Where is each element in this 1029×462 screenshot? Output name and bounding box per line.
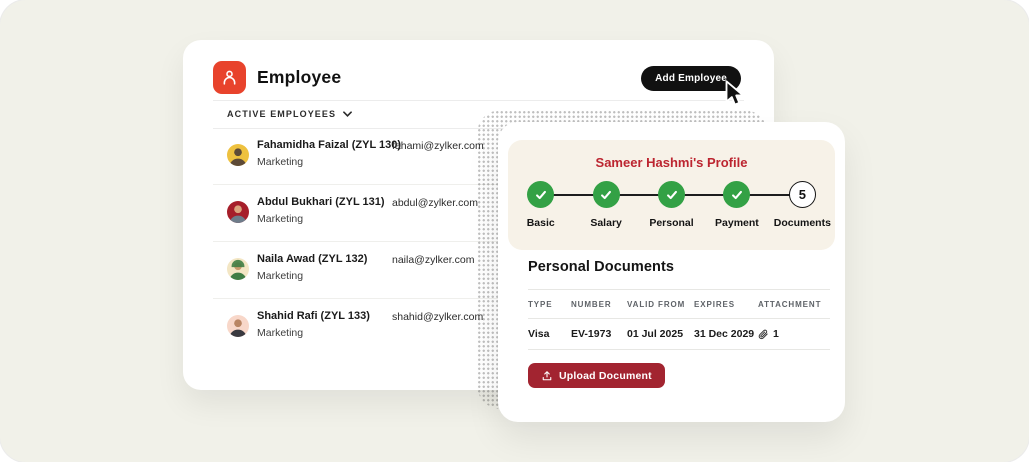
employee-email: naila@zylker.com — [392, 254, 474, 266]
active-employees-label: ACTIVE EMPLOYEES — [227, 109, 336, 119]
avatar-silhouette-icon — [227, 258, 249, 280]
section-heading: Personal Documents — [528, 259, 674, 275]
employee-department: Marketing — [257, 213, 303, 225]
profile-stepper-panel: Sameer Hashmi's Profile Basic Salary — [508, 140, 835, 250]
upload-icon — [541, 370, 553, 382]
employee-email: shahid@zylker.com — [392, 311, 483, 323]
column-header-number: NUMBER — [571, 300, 627, 309]
step-label: Documents — [774, 217, 831, 229]
document-number: EV-1973 — [571, 328, 627, 340]
avatar-silhouette-icon — [227, 201, 249, 223]
document-valid-from: 01 Jul 2025 — [627, 328, 694, 340]
attachment-cell[interactable]: 1 — [758, 328, 830, 340]
chevron-down-icon — [343, 111, 352, 117]
employee-app-icon — [213, 61, 246, 94]
employee-department: Marketing — [257, 270, 303, 282]
column-header-type: TYPE — [528, 300, 571, 309]
avatar-silhouette-icon — [227, 315, 249, 337]
avatar-silhouette-icon — [227, 144, 249, 166]
attachment-count: 1 — [773, 328, 779, 340]
avatar — [227, 315, 249, 337]
employee-name: Naila Awad (ZYL 132) — [257, 253, 367, 265]
step-label: Basic — [527, 217, 555, 229]
step-personal[interactable]: Personal — [639, 181, 704, 229]
page-title: Employee — [257, 67, 341, 88]
documents-table: TYPE NUMBER VALID FROM EXPIRES ATTACHMEN… — [528, 289, 830, 350]
employee-department: Marketing — [257, 327, 303, 339]
step-check-icon — [527, 181, 554, 208]
step-basic[interactable]: Basic — [508, 181, 573, 229]
avatar — [227, 201, 249, 223]
employee-header: Employee Add Employee — [183, 40, 774, 100]
employee-name: Abdul Bukhari (ZYL 131) — [257, 196, 385, 208]
step-label: Personal — [649, 217, 693, 229]
avatar — [227, 144, 249, 166]
employee-department: Marketing — [257, 156, 303, 168]
step-check-icon — [593, 181, 620, 208]
paperclip-icon — [758, 329, 769, 340]
employee-email: fahami@zylker.com — [392, 140, 484, 152]
upload-button-label: Upload Document — [559, 370, 652, 382]
avatar — [227, 258, 249, 280]
document-row[interactable]: Visa EV-1973 01 Jul 2025 31 Dec 2029 1 — [528, 319, 830, 350]
step-documents[interactable]: 5 Documents — [770, 181, 835, 229]
column-header-expires: EXPIRES — [694, 300, 758, 309]
documents-table-header: TYPE NUMBER VALID FROM EXPIRES ATTACHMEN… — [528, 289, 830, 319]
profile-title: Sameer Hashmi's Profile — [508, 140, 835, 170]
step-check-icon — [723, 181, 750, 208]
stepper: Basic Salary Personal — [508, 181, 835, 229]
screen: Employee Add Employee ACTIVE EMPLOYEES F… — [0, 0, 1029, 462]
employee-name: Shahid Rafi (ZYL 133) — [257, 310, 370, 322]
employee-name: Fahamidha Faizal (ZYL 130) — [257, 139, 401, 151]
profile-card: Sameer Hashmi's Profile Basic Salary — [498, 122, 845, 422]
add-employee-button[interactable]: Add Employee — [641, 66, 741, 91]
step-salary[interactable]: Salary — [573, 181, 638, 229]
step-payment[interactable]: Payment — [704, 181, 769, 229]
employee-email: abdul@zylker.com — [392, 197, 478, 209]
column-header-valid-from: VALID FROM — [627, 300, 694, 309]
step-label: Salary — [590, 217, 622, 229]
step-check-icon — [658, 181, 685, 208]
document-expires: 31 Dec 2029 — [694, 328, 758, 340]
active-employees-dropdown[interactable]: ACTIVE EMPLOYEES — [227, 100, 352, 128]
upload-document-button[interactable]: Upload Document — [528, 363, 665, 388]
step-number-badge: 5 — [789, 181, 816, 208]
person-icon — [220, 68, 239, 87]
document-type: Visa — [528, 328, 571, 340]
column-header-attachment: ATTACHMENT — [758, 300, 830, 309]
step-label: Payment — [715, 217, 759, 229]
